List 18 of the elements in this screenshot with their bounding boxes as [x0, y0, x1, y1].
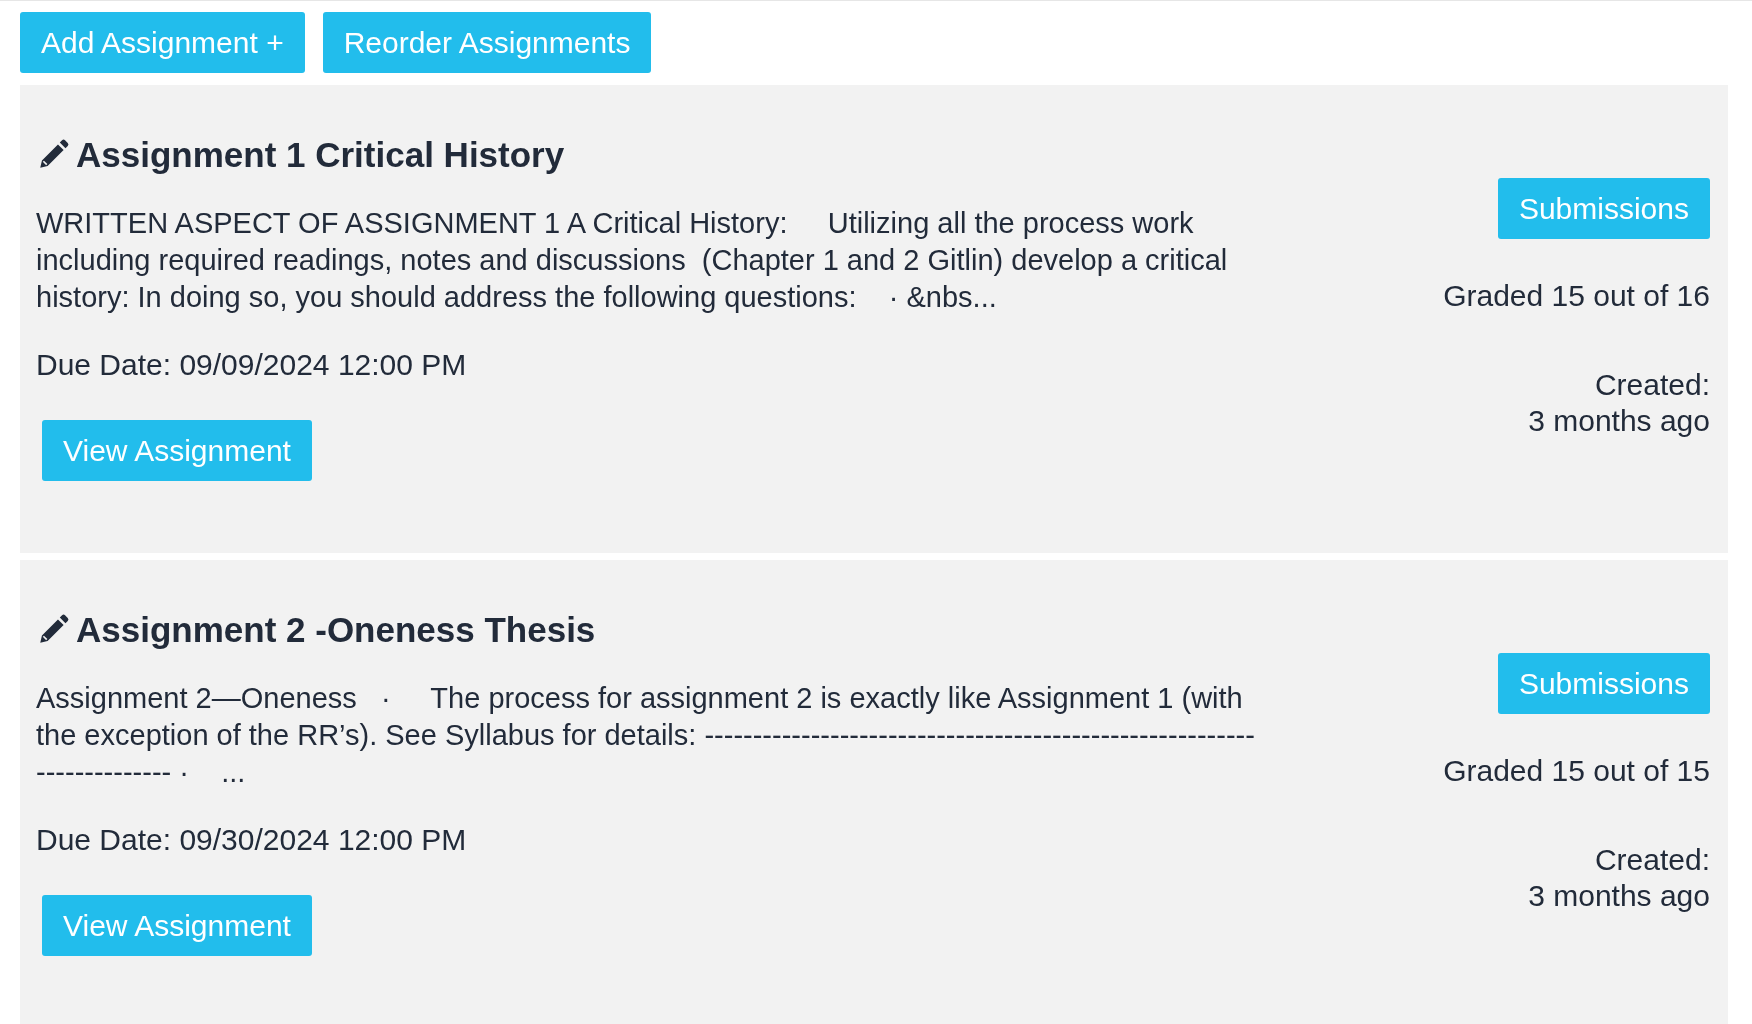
graded-count: Graded 15 out of 15: [1443, 754, 1710, 788]
due-date: Due Date: 09/30/2024 12:00 PM: [36, 823, 467, 857]
assignment-title: Assignment 2 -Oneness Thesis: [76, 610, 596, 650]
view-assignment-button[interactable]: View Assignment: [42, 895, 312, 956]
created-label: Created:: [1594, 367, 1710, 403]
graded-count: Graded 15 out of 16: [1443, 279, 1710, 313]
view-assignment-button[interactable]: View Assignment: [42, 420, 312, 481]
submissions-button[interactable]: Submissions: [1497, 178, 1710, 239]
created-label: Created:: [1594, 842, 1710, 878]
toolbar-button[interactable]: Reorder Assignments: [322, 12, 652, 73]
created-time: 3 months ago: [1528, 403, 1710, 439]
submissions-button[interactable]: Submissions: [1497, 653, 1710, 714]
assignment-description: WRITTEN ASPECT OF ASSIGNMENT 1 A Critical History: Utilizing all the process work including required readings, notes and discussions (Chapter 1 and 2 Gitlin) develop a critical history: In doing so, you should address the following questions: · &nbs...: [36, 206, 1229, 315]
created-time: 3 months ago: [1528, 878, 1710, 914]
due-date: Due Date: 09/09/2024 12:00 PM: [36, 348, 467, 382]
assignment-description: Assignment 2—Oneness · The process for assignment 2 is exactly like Assignment 1 (with the exception of the RR’s). See Syllabus for details: ----------------------------------------------------------------------- · ...: [36, 681, 1256, 790]
toolbar-button[interactable]: Add Assignment +: [20, 12, 305, 73]
assignment-title: Assignment 1 Critical History: [76, 135, 565, 175]
